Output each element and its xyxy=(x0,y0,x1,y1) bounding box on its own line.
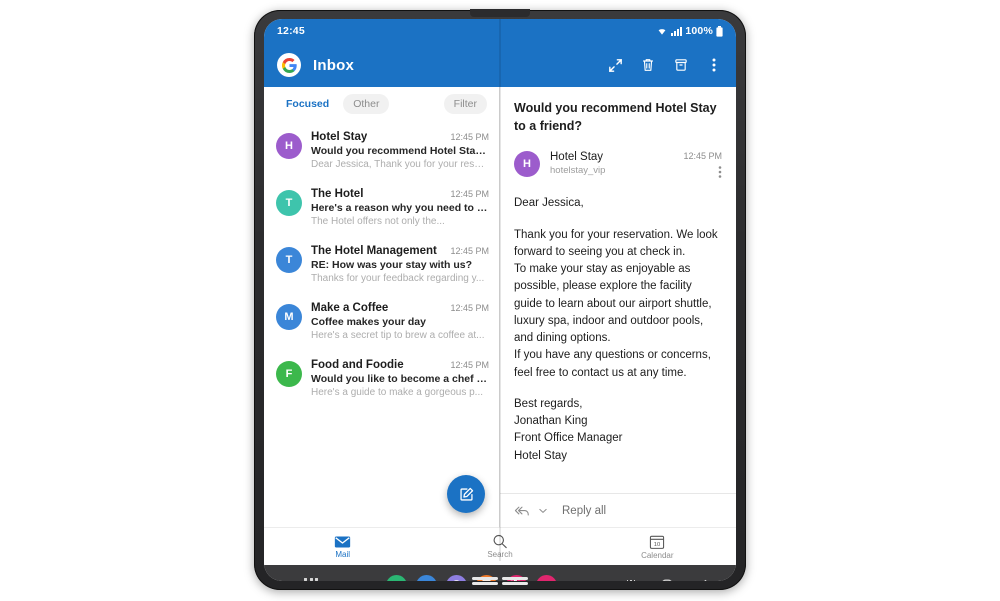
avatar: H xyxy=(276,133,302,159)
email-body: Dear Jessica, Thank you for your reserva… xyxy=(514,195,722,465)
archive-icon[interactable] xyxy=(672,56,690,74)
phone-app-icon[interactable] xyxy=(385,574,407,581)
status-bar-time: 12:45 xyxy=(277,25,305,37)
nav-label-search: Search xyxy=(487,550,513,559)
message-sender: Food and Foodie xyxy=(311,359,404,371)
expand-icon[interactable] xyxy=(606,56,624,74)
message-list-pane: Focused Other Filter H Hotel Stay 12:45 … xyxy=(264,87,500,527)
email-subject: Would you recommend Hotel Stay to a frie… xyxy=(514,101,717,134)
message-time: 12:45 PM xyxy=(450,303,489,313)
nav-item-search[interactable]: Search xyxy=(421,534,578,559)
message-time: 12:45 PM xyxy=(450,189,489,199)
email-body-paragraph: Best regards, Jonathan King Front Office… xyxy=(514,397,623,462)
message-subject: RE: How was your stay with us? xyxy=(311,259,473,271)
header-actions xyxy=(606,56,723,74)
message-sender: The Hotel Management xyxy=(311,245,437,257)
avatar: T xyxy=(276,190,302,216)
chevron-down-icon[interactable] xyxy=(539,508,547,514)
message-reading-pane: Would you recommend Hotel Stay to a frie… xyxy=(500,87,736,527)
svg-text:10: 10 xyxy=(654,541,661,547)
email-more-options-icon[interactable] xyxy=(683,165,722,179)
message-preview: Dear Jessica, Thank you for your reser..… xyxy=(311,159,489,170)
message-preview: Here's a secret tip to brew a coffee at.… xyxy=(311,330,485,341)
reply-all-label: Reply all xyxy=(562,504,607,517)
back-icon xyxy=(703,579,706,581)
tab-other[interactable]: Other xyxy=(343,94,390,114)
back-button[interactable] xyxy=(696,578,710,581)
nav-item-calendar[interactable]: 10 Calendar xyxy=(579,534,736,560)
message-time: 12:45 PM xyxy=(450,132,489,142)
message-subject: Coffee makes your day xyxy=(311,316,426,328)
message-list: H Hotel Stay 12:45 PM Would you recommen… xyxy=(264,120,499,407)
message-subject: Here's a reason why you need to stay xyxy=(311,202,489,214)
account-avatar[interactable] xyxy=(277,53,301,77)
email-sender-address: hotelstay_vip xyxy=(550,165,606,177)
camera-app-icon[interactable] xyxy=(535,574,557,581)
message-sender: The Hotel xyxy=(311,188,364,200)
avatar: F xyxy=(276,361,302,387)
messages-app-icon[interactable] xyxy=(415,574,437,581)
status-bar: 12:45 100% xyxy=(264,19,736,43)
avatar: M xyxy=(276,304,302,330)
status-bar-indicators: 100% xyxy=(656,25,723,37)
compose-button[interactable] xyxy=(447,475,485,513)
system-navigation-buttons xyxy=(624,578,710,581)
reply-all-bar[interactable]: Reply all xyxy=(500,493,736,527)
message-time: 12:45 PM xyxy=(450,246,489,256)
battery-icon xyxy=(716,25,723,37)
message-sender: Hotel Stay xyxy=(311,131,368,143)
nav-label-mail: Mail xyxy=(335,549,350,559)
tab-focused[interactable]: Focused xyxy=(276,94,339,114)
home-icon xyxy=(662,579,672,581)
all-apps-icon[interactable] xyxy=(304,578,318,581)
email-time: 12:45 PM xyxy=(683,151,722,162)
avatar: H xyxy=(514,151,540,178)
avatar: T xyxy=(276,247,302,273)
message-preview: Thanks for your feedback regarding y... xyxy=(311,273,485,284)
list-item[interactable]: F Food and Foodie 12:45 PM Would you lik… xyxy=(264,350,499,407)
device-hinge-top-notch xyxy=(470,9,530,17)
nav-item-mail[interactable]: Mail xyxy=(264,535,421,559)
reply-all-icon xyxy=(514,506,529,516)
page-title: Inbox xyxy=(313,56,354,74)
list-item[interactable]: H Hotel Stay 12:45 PM Would you recommen… xyxy=(264,122,499,179)
cellular-signal-icon xyxy=(671,27,683,36)
battery-percent-label: 100% xyxy=(685,25,713,37)
device-hinge-bottom xyxy=(470,576,530,586)
message-time: 12:45 PM xyxy=(450,360,489,370)
bottom-navigation: Mail Search 10 Calendar xyxy=(264,527,736,565)
recents-icon xyxy=(626,579,636,581)
device-screen: 12:45 100% Inbox Focused Other Filter H … xyxy=(264,19,736,581)
recents-button[interactable] xyxy=(624,578,638,581)
internet-app-icon[interactable] xyxy=(445,574,467,581)
message-subject: Would you recommend Hotel Stay to a fr..… xyxy=(311,145,489,157)
delete-icon[interactable] xyxy=(639,56,657,74)
email-body-paragraph: Thank you for your reservation. We look … xyxy=(514,228,718,379)
mail-icon xyxy=(335,535,351,548)
home-button[interactable] xyxy=(660,578,674,581)
app-header: Inbox xyxy=(264,43,736,87)
list-item[interactable]: M Make a Coffee 12:45 PM Coffee makes yo… xyxy=(264,293,499,350)
message-preview: The Hotel offers not only the... xyxy=(311,216,445,227)
message-subject: Would you like to become a chef at you.. xyxy=(311,373,489,385)
calendar-icon: 10 xyxy=(650,535,665,549)
email-sender-row: H Hotel Stay hotelstay_vip 12:45 PM xyxy=(514,151,722,179)
message-sender: Make a Coffee xyxy=(311,302,389,314)
compose-icon xyxy=(459,487,473,501)
list-item[interactable]: T The Hotel Management 12:45 PM RE: How … xyxy=(264,236,499,293)
nav-label-calendar: Calendar xyxy=(641,550,674,560)
filter-tabs-row: Focused Other Filter xyxy=(264,87,499,120)
filter-button[interactable]: Filter xyxy=(443,94,487,114)
app-body: Focused Other Filter H Hotel Stay 12:45 … xyxy=(264,87,736,527)
search-icon xyxy=(493,534,507,549)
google-g-icon xyxy=(281,57,297,73)
email-sender-name: Hotel Stay xyxy=(550,151,604,164)
list-item[interactable]: T The Hotel 12:45 PM Here's a reason why… xyxy=(264,179,499,236)
email-body-paragraph: Dear Jessica, xyxy=(514,197,584,210)
message-preview: Here's a guide to make a gorgeous p... xyxy=(311,387,484,398)
more-options-icon[interactable] xyxy=(705,56,723,74)
wifi-icon xyxy=(658,29,666,35)
